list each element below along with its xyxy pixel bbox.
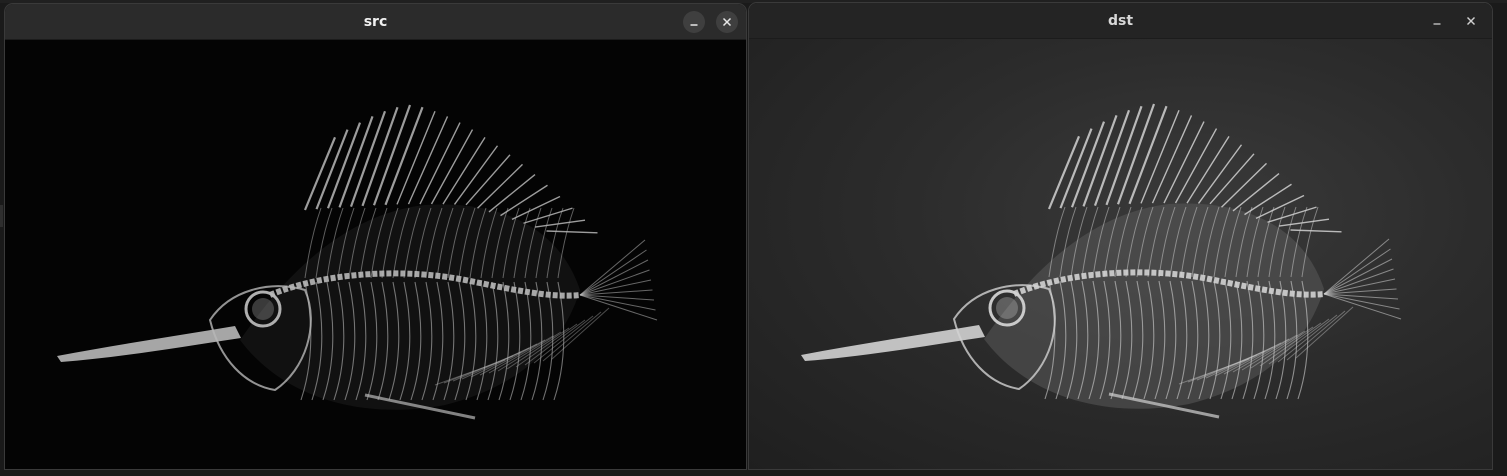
src-window[interactable]: src xyxy=(4,3,747,470)
src-minimize-button[interactable] xyxy=(683,11,705,33)
dst-minimize-button[interactable] xyxy=(1426,10,1448,32)
minimize-icon xyxy=(1433,23,1441,25)
minimize-icon xyxy=(690,24,698,26)
side-edge-marker xyxy=(0,205,3,227)
dst-titlebar[interactable]: dst xyxy=(749,3,1492,39)
desktop: src dst xyxy=(0,0,1507,476)
close-icon xyxy=(1467,17,1475,25)
dst-image-area xyxy=(749,39,1492,469)
fish-skeleton xyxy=(801,103,1402,419)
src-image-area xyxy=(5,40,746,469)
dst-window[interactable]: dst xyxy=(748,2,1493,470)
src-titlebar[interactable]: src xyxy=(5,4,746,40)
src-fish-xray-image xyxy=(57,104,658,420)
fish-skeleton xyxy=(57,104,658,420)
src-window-title: src xyxy=(363,14,388,30)
dst-fish-xray-image xyxy=(801,103,1402,419)
src-close-button[interactable] xyxy=(716,11,738,33)
dst-close-button[interactable] xyxy=(1460,10,1482,32)
close-icon xyxy=(722,17,732,27)
dst-window-title: dst xyxy=(1107,13,1134,29)
